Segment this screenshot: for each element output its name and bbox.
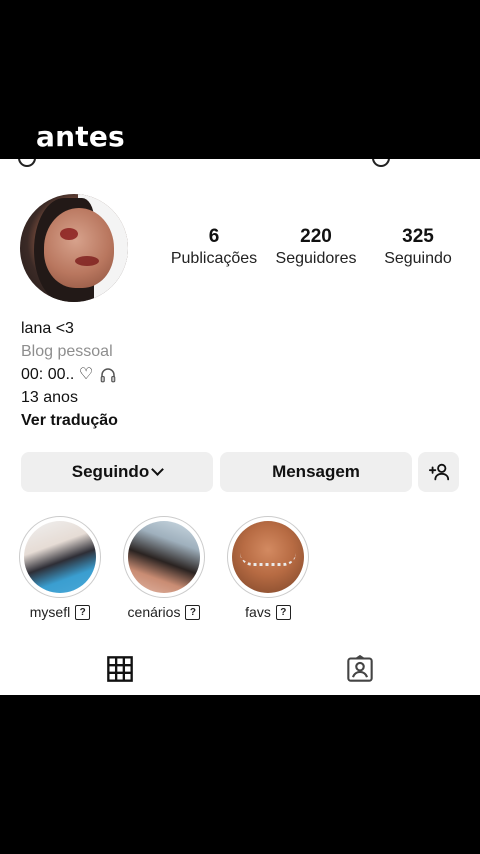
highlight-ring (19, 516, 101, 598)
highlight-label: favs (245, 604, 271, 620)
highlight-label: mysefl (29, 604, 71, 620)
posts-label: Publicações (170, 250, 258, 267)
message-button-label: Mensagem (272, 462, 360, 481)
headphones-icon (100, 367, 116, 382)
message-button[interactable]: Mensagem (220, 452, 412, 492)
profile-name: lana <3 (21, 320, 74, 337)
tagged-person-icon[interactable] (346, 655, 374, 683)
stat-following[interactable]: 325 Seguindo (376, 226, 460, 270)
profile-avatar[interactable] (20, 194, 128, 302)
posts-count: 6 (208, 226, 220, 247)
unsupported-char-box: ? (275, 604, 291, 620)
chevron-down-icon (151, 462, 165, 476)
stat-posts[interactable]: 6 Publicações (166, 226, 262, 270)
highlight-cover (128, 521, 200, 593)
unsupported-char-box: ? (185, 604, 201, 620)
suggest-people-button[interactable] (418, 452, 459, 492)
highlight-ring (123, 516, 205, 598)
stat-followers[interactable]: 220 Seguidores (266, 226, 366, 270)
profile-category: Blog pessoal (21, 343, 113, 360)
see-translation-link[interactable]: Ver tradução (21, 409, 118, 432)
highlight-cenarios[interactable]: cenários? (122, 516, 206, 620)
profile-age: 13 anos (21, 389, 78, 406)
profile-tabs (0, 655, 480, 695)
cropped-top-bar (0, 159, 480, 167)
highlight-mysefl[interactable]: mysefl? (18, 516, 102, 620)
highlight-cover (24, 521, 96, 593)
highlight-favs[interactable]: favs? (226, 516, 310, 620)
highlight-cover (232, 521, 304, 593)
following-label: Seguindo (384, 250, 452, 267)
grid-icon[interactable] (106, 655, 134, 683)
instagram-profile-screen: 6 Publicações 220 Seguidores 325 Seguind… (0, 159, 480, 695)
bio-text: 00: 00.. ♡ (21, 366, 94, 383)
notification-bell-icon[interactable] (372, 159, 390, 167)
highlight-label: cenários (127, 604, 181, 620)
followers-count: 220 (300, 226, 332, 247)
bio-line: 00: 00.. ♡ (21, 363, 118, 386)
add-person-icon (428, 463, 449, 481)
profile-bio: lana <3 Blog pessoal 00: 00.. ♡ 13 anos … (21, 317, 118, 432)
following-button-label: Seguindo (71, 462, 150, 481)
followers-label: Seguidores (275, 250, 357, 267)
back-arrow-icon[interactable] (18, 159, 36, 167)
following-count: 325 (402, 226, 434, 247)
unsupported-char-box: ? (75, 604, 91, 620)
following-button[interactable]: Seguindo (21, 452, 213, 492)
video-caption: antes (36, 120, 125, 153)
highlight-ring (227, 516, 309, 598)
